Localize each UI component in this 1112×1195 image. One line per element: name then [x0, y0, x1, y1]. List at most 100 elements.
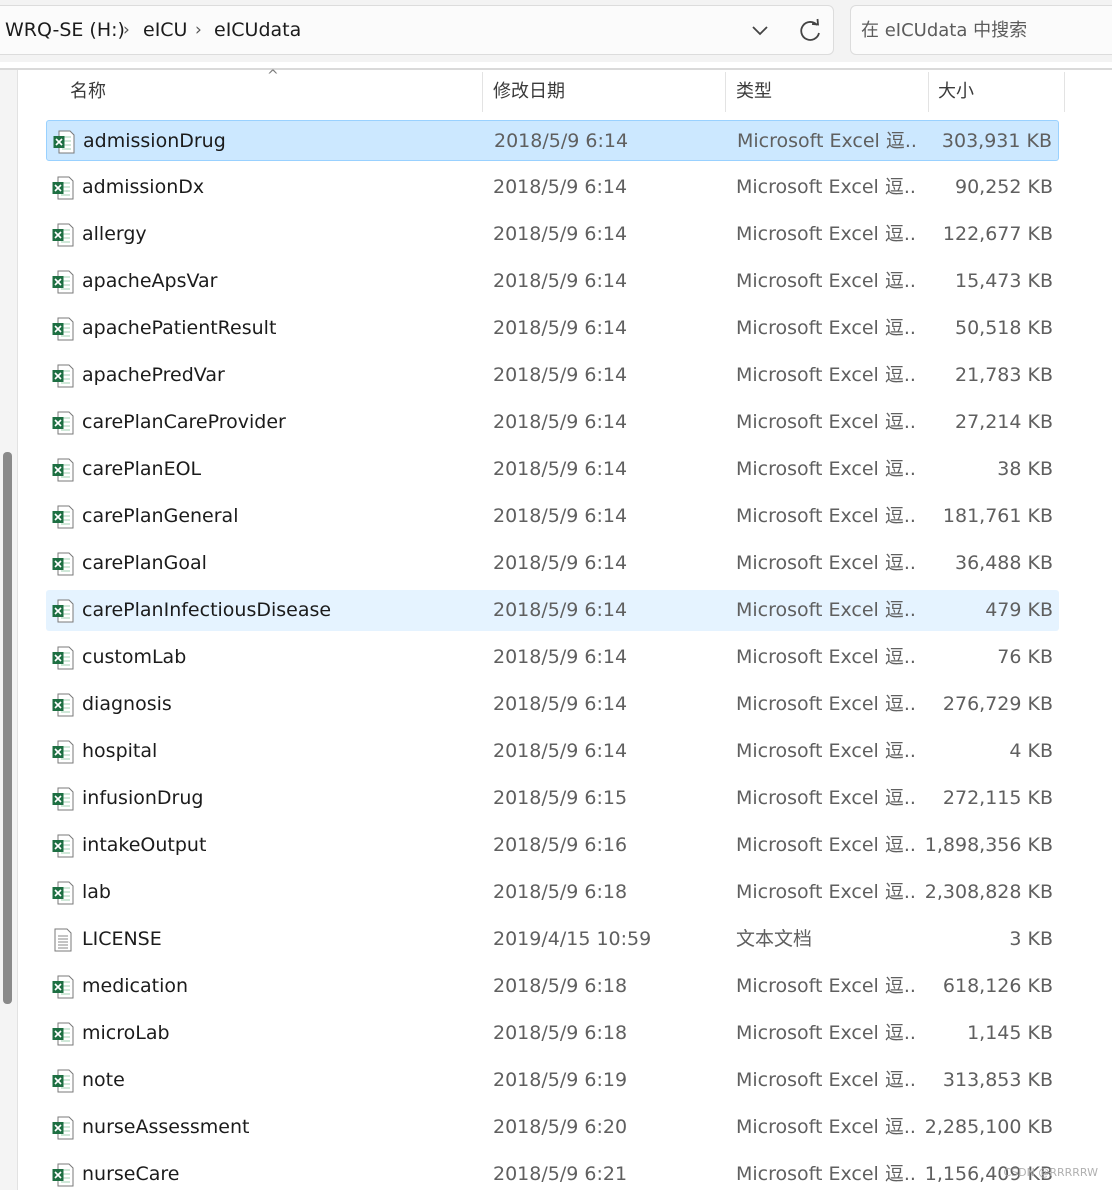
excel-icon [52, 881, 74, 905]
file-date: 2018/5/9 6:14 [493, 505, 628, 527]
toolbar-divider [0, 68, 1112, 70]
file-row[interactable]: apachePredVar 2018/5/9 6:14 Microsoft Exce… [46, 355, 1059, 396]
file-type: Microsoft Excel 逗... [737, 130, 917, 152]
file-size: 90,252 KB [954, 176, 1053, 198]
file-row[interactable]: nurseAssessment 2018/5/9 6:20 Microsoft Ex… [46, 1107, 1059, 1148]
file-type: Microsoft Excel 逗... [736, 693, 916, 715]
file-row[interactable]: admissionDrug 2018/5/9 6:14 Microsoft Exce… [46, 120, 1059, 161]
column-header-date[interactable]: 修改日期 [493, 72, 565, 112]
file-type: Microsoft Excel 逗... [736, 411, 916, 433]
file-row[interactable]: nurseCare 2018/5/9 6:21 Microsoft Excel 逗.… [46, 1154, 1059, 1195]
file-row[interactable]: carePlanEOL 2018/5/9 6:14 Microsoft Excel … [46, 449, 1059, 490]
excel-icon [52, 1116, 74, 1140]
file-row[interactable]: infusionDrug 2018/5/9 6:15 Microsoft Excel… [46, 778, 1059, 819]
file-type: Microsoft Excel 逗... [736, 881, 916, 903]
file-row[interactable]: note 2018/5/9 6:19 Microsoft Excel 逗... 313… [46, 1060, 1059, 1101]
excel-icon [52, 505, 74, 529]
vertical-scrollbar[interactable] [0, 70, 18, 1190]
file-size: 618,126 KB [942, 975, 1053, 997]
file-size: 3 KB [1009, 928, 1053, 950]
file-date: 2018/5/9 6:18 [493, 1022, 628, 1044]
file-name: apachePatientResult [82, 317, 277, 339]
column-divider[interactable] [482, 72, 483, 112]
file-date: 2018/5/9 6:15 [493, 787, 628, 809]
excel-icon [52, 552, 74, 576]
file-name: note [82, 1069, 125, 1091]
column-divider[interactable] [928, 72, 929, 112]
refresh-icon[interactable] [795, 16, 825, 46]
file-type: Microsoft Excel 逗... [736, 1022, 916, 1044]
file-row[interactable]: apacheApsVar 2018/5/9 6:14 Microsoft Excel… [46, 261, 1059, 302]
top-bar: WRQ-SE (H:) › eICU › eICUdata [0, 0, 1112, 62]
file-date: 2018/5/9 6:14 [493, 317, 628, 339]
column-header-name[interactable]: 名称 [70, 72, 106, 112]
file-row[interactable]: LICENSE 2019/4/15 10:59 文本文档 3 KB [46, 919, 1059, 960]
breadcrumb-drive[interactable]: WRQ-SE (H:) [5, 6, 125, 54]
file-size: 36,488 KB [954, 552, 1053, 574]
address-bar[interactable]: WRQ-SE (H:) › eICU › eICUdata [0, 5, 834, 55]
file-name: apachePredVar [82, 364, 225, 386]
file-name: lab [82, 881, 111, 903]
file-type: Microsoft Excel 逗... [736, 646, 916, 668]
file-date: 2018/5/9 6:18 [493, 881, 628, 903]
file-row[interactable]: carePlanInfectiousDisease 2018/5/9 6:14 Mi… [46, 590, 1059, 631]
breadcrumb-separator: › [195, 20, 202, 40]
file-date: 2018/5/9 6:14 [493, 364, 628, 386]
file-date: 2018/5/9 6:14 [493, 693, 628, 715]
sort-ascending-icon: ^ [267, 68, 279, 84]
file-row[interactable]: hospital 2018/5/9 6:14 Microsoft Excel 逗..… [46, 731, 1059, 772]
file-size: 21,783 KB [954, 364, 1053, 386]
column-divider[interactable] [1064, 72, 1065, 112]
file-row[interactable]: carePlanGoal 2018/5/9 6:14 Microsoft Excel… [46, 543, 1059, 584]
file-name: infusionDrug [82, 787, 204, 809]
file-name: intakeOutput [82, 834, 207, 856]
file-size: 4 KB [1009, 740, 1053, 762]
file-row[interactable]: allergy 2018/5/9 6:14 Microsoft Excel 逗...… [46, 214, 1059, 255]
file-type: Microsoft Excel 逗... [736, 787, 916, 809]
file-name: customLab [82, 646, 187, 668]
file-row[interactable]: microLab 2018/5/9 6:18 Microsoft Excel 逗..… [46, 1013, 1059, 1054]
excel-icon [52, 740, 74, 764]
file-type: Microsoft Excel 逗... [736, 599, 916, 621]
column-header-size[interactable]: 大小 [938, 72, 974, 112]
file-date: 2018/5/9 6:19 [493, 1069, 628, 1091]
file-name: medication [82, 975, 189, 997]
file-type: 文本文档 [736, 928, 813, 950]
file-date: 2018/5/9 6:16 [493, 834, 628, 856]
file-row[interactable]: carePlanGeneral 2018/5/9 6:14 Microsoft Ex… [46, 496, 1059, 537]
search-input[interactable] [861, 14, 1111, 46]
file-type: Microsoft Excel 逗... [736, 740, 916, 762]
file-row[interactable]: lab 2018/5/9 6:18 Microsoft Excel 逗... 2,30… [46, 872, 1059, 913]
breadcrumb-eicu[interactable]: eICU [143, 6, 187, 54]
file-row[interactable]: intakeOutput 2018/5/9 6:16 Microsoft Excel… [46, 825, 1059, 866]
file-size: 1,145 KB [967, 1022, 1053, 1044]
file-size: 38 KB [997, 458, 1053, 480]
file-name: nurseCare [82, 1163, 180, 1185]
file-row[interactable]: apachePatientResult 2018/5/9 6:14 Microsof… [46, 308, 1059, 349]
column-divider[interactable] [725, 72, 726, 112]
file-row[interactable]: carePlanCareProvider 2018/5/9 6:14 Microso… [46, 402, 1059, 443]
excel-icon [52, 975, 74, 999]
file-date: 2018/5/9 6:14 [493, 411, 628, 433]
scrollbar-thumb[interactable] [3, 452, 12, 1004]
file-type: Microsoft Excel 逗... [736, 270, 916, 292]
file-size: 27,214 KB [954, 411, 1053, 433]
chevron-down-icon[interactable] [745, 16, 775, 46]
file-size: 479 KB [985, 599, 1053, 621]
file-size: 50,518 KB [954, 317, 1053, 339]
file-type: Microsoft Excel 逗... [736, 1116, 916, 1138]
file-type: Microsoft Excel 逗... [736, 1163, 916, 1185]
file-row[interactable]: medication 2018/5/9 6:18 Microsoft Excel 逗… [46, 966, 1059, 1007]
column-header-type[interactable]: 类型 [736, 72, 772, 112]
file-date: 2018/5/9 6:14 [493, 270, 628, 292]
search-box[interactable] [850, 5, 1112, 55]
breadcrumb-eicudata[interactable]: eICUdata [214, 6, 301, 54]
file-row[interactable]: diagnosis 2018/5/9 6:14 Microsoft Excel 逗.… [46, 684, 1059, 725]
file-row[interactable]: admissionDx 2018/5/9 6:14 Microsoft Excel … [46, 167, 1059, 208]
excel-icon [52, 458, 74, 482]
file-size: 2,308,828 KB [924, 881, 1053, 903]
excel-icon [52, 411, 74, 435]
file-name: hospital [82, 740, 158, 762]
file-row[interactable]: customLab 2018/5/9 6:14 Microsoft Excel 逗.… [46, 637, 1059, 678]
file-size: 276,729 KB [942, 693, 1053, 715]
